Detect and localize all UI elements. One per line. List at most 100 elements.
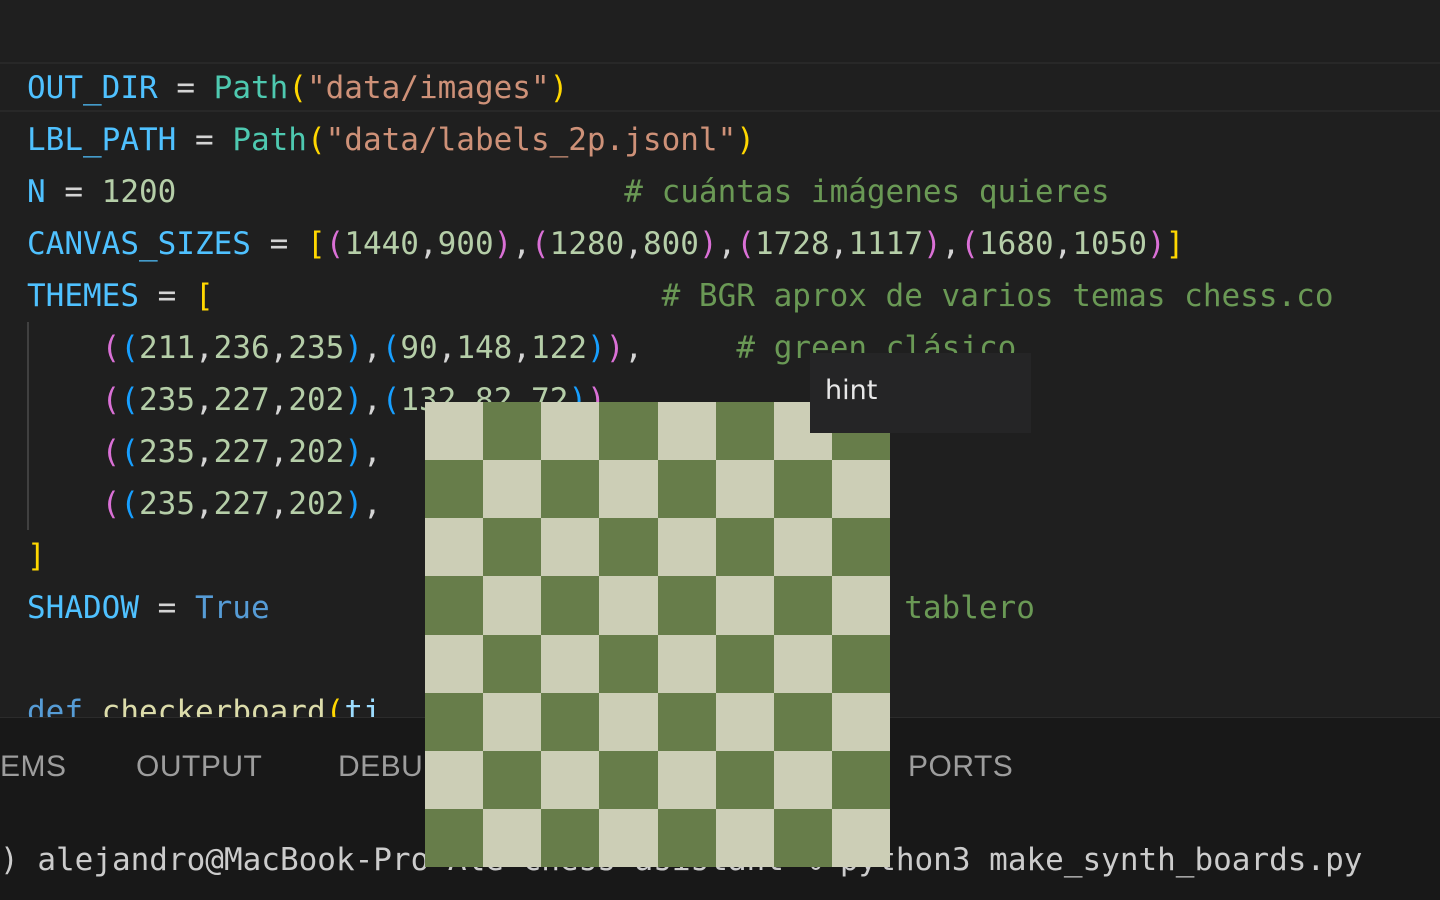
code-token: 202 (288, 434, 345, 470)
code-token: ) (922, 226, 942, 262)
board-square-light (599, 692, 658, 751)
board-square-light (773, 634, 832, 693)
code-token: ] (1165, 226, 1185, 262)
code-token: , (363, 486, 382, 522)
code-token: = (250, 226, 307, 262)
code-token: , (195, 330, 214, 366)
code-token: # cuántas imágenes quieres (624, 174, 1110, 210)
board-square-light (831, 808, 890, 867)
code-token: ) (698, 226, 718, 262)
code-line[interactable]: THEMES = [ # BGR aprox de varios temas c… (27, 270, 1333, 322)
code-token: 227 (213, 382, 270, 418)
board-square-dark (425, 808, 484, 867)
code-token: 800 (642, 226, 699, 262)
board-square-dark (483, 634, 542, 693)
code-token: checkerboard (101, 694, 326, 717)
code-token: , (437, 330, 457, 366)
code-token: ( (960, 226, 979, 262)
code-token: N (27, 174, 46, 210)
board-square-light (773, 750, 832, 809)
board-square-dark (541, 460, 600, 519)
code-token: def (27, 694, 83, 717)
code-token: , (512, 226, 531, 262)
board-square-dark (715, 518, 774, 577)
code-token: ) (493, 226, 513, 262)
board-square-light (425, 750, 484, 809)
code-token: 90 (400, 330, 438, 366)
board-square-dark (541, 576, 600, 635)
code-token: "data/labels_2p.jsonl" (325, 122, 737, 158)
panel-tab-problems[interactable]: EMS (0, 750, 67, 784)
board-square-light (483, 692, 542, 751)
panel-tab-output[interactable]: OUTPUT (136, 750, 262, 784)
code-line[interactable]: ] (27, 530, 46, 582)
code-token: ) (344, 382, 364, 418)
board-square-dark (657, 460, 716, 519)
code-token: 235 (139, 486, 195, 522)
code-token: ) (344, 434, 364, 470)
board-square-light (773, 518, 832, 577)
board-square-dark (773, 808, 832, 867)
code-line[interactable]: OUT_DIR = Path("data/images") (27, 62, 568, 114)
panel-tab-debug-console[interactable]: DEBU (338, 750, 423, 784)
code-token: [ (194, 278, 214, 314)
code-token: = (45, 174, 102, 210)
board-square-dark (425, 460, 484, 519)
code-token: , (363, 382, 382, 418)
code-token: = (138, 590, 195, 626)
code-token: LBL_PATH (27, 122, 177, 158)
code-token: ) (1146, 226, 1166, 262)
code-token: 1050 (1072, 226, 1147, 262)
code-token: ( (101, 434, 121, 470)
code-token: 202 (288, 486, 345, 522)
code-token: , (1053, 226, 1073, 262)
board-square-light (831, 576, 890, 635)
board-square-light (715, 692, 774, 751)
code-token: 211 (139, 330, 195, 366)
board-square-dark (657, 692, 716, 751)
board-square-dark (715, 750, 774, 809)
code-token: OUT_DIR (27, 70, 158, 106)
code-token: , (269, 330, 289, 366)
hint-tooltip: hint (810, 353, 1031, 433)
code-token: , (624, 226, 643, 262)
board-square-dark (715, 402, 774, 461)
code-token: 1280 (549, 226, 625, 262)
board-square-dark (773, 460, 832, 519)
code-token: , (363, 434, 382, 470)
board-square-light (599, 460, 658, 519)
board-square-light (715, 576, 774, 635)
board-square-dark (657, 808, 716, 867)
code-line[interactable]: N = 1200 # cuántas imágenes quieres (27, 166, 1110, 218)
code-token: ( (381, 382, 401, 418)
board-square-light (425, 402, 484, 461)
code-token: , (195, 434, 214, 470)
code-token: , (418, 226, 438, 262)
board-square-dark (541, 692, 600, 751)
code-token: ( (101, 382, 121, 418)
code-token: ( (101, 330, 121, 366)
code-token: ( (120, 486, 139, 522)
board-square-light (657, 750, 716, 809)
panel-tab-ports[interactable]: PORTS (908, 750, 1013, 784)
code-token: , (195, 382, 214, 418)
board-square-dark (483, 402, 542, 461)
code-line[interactable]: LBL_PATH = Path("data/labels_2p.jsonl") (27, 114, 755, 166)
board-square-light (599, 576, 658, 635)
code-token: 1117 (848, 226, 923, 262)
hint-tooltip-text: hint (825, 375, 878, 406)
board-square-dark (831, 750, 890, 809)
board-square-dark (541, 808, 600, 867)
board-square-light (483, 576, 542, 635)
board-square-dark (599, 750, 658, 809)
code-token: ) (587, 330, 606, 366)
code-token: ) (549, 70, 569, 106)
board-square-dark (425, 576, 484, 635)
code-line[interactable]: CANVAS_SIZES = [(1440,900),(1280,800),(1… (27, 218, 1184, 270)
code-token: "data/images" (306, 70, 550, 106)
code-token: ) (344, 486, 364, 522)
code-token: 122 (531, 330, 588, 366)
chessboard-drag-image[interactable] (425, 402, 890, 867)
